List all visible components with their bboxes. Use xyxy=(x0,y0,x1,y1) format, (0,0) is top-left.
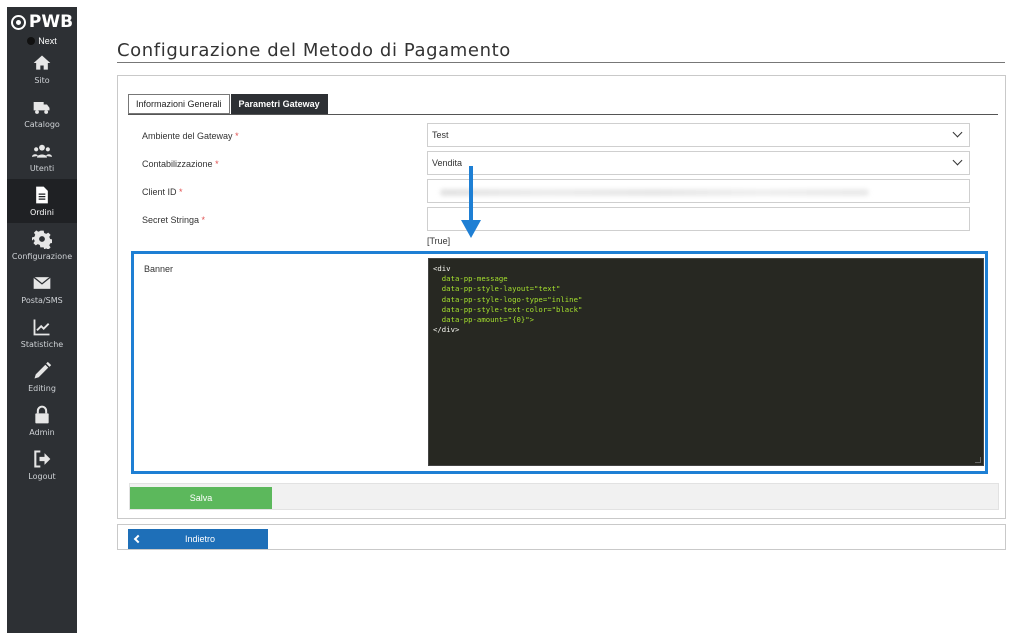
sidebar-item-label: Utenti xyxy=(29,164,55,173)
sidebar-item-ordini[interactable]: Ordini xyxy=(7,179,77,223)
secret-label: Secret Stringa * xyxy=(142,215,205,225)
tab-informazioni-generali[interactable]: Informazioni Generali xyxy=(128,94,230,114)
brand-name: PWB xyxy=(28,12,74,32)
banner-highlight: Banner <div data-pp-message data-pp-styl… xyxy=(131,251,988,474)
truck-icon xyxy=(33,102,50,114)
gear-icon xyxy=(32,230,52,249)
code-line: data-pp-amount="{0}"> xyxy=(433,315,535,325)
brand-logo-icon xyxy=(10,14,26,30)
required-mark: * xyxy=(179,187,183,197)
secret-input[interactable] xyxy=(427,207,970,231)
back-panel: Indietro xyxy=(117,524,1006,550)
chevron-left-icon xyxy=(128,534,148,544)
sidebar-item-label: Posta/SMS xyxy=(21,296,63,305)
sidebar-item-configurazione[interactable]: Configurazione xyxy=(7,223,77,267)
required-mark: * xyxy=(215,159,219,169)
client-id-label-text: Client ID xyxy=(142,187,177,197)
chevron-down-icon xyxy=(952,155,963,166)
client-id-label: Client ID * xyxy=(142,187,183,197)
save-bar: Salva xyxy=(129,483,999,510)
home-icon xyxy=(33,55,51,70)
save-button[interactable]: Salva xyxy=(130,487,272,509)
chart-icon xyxy=(33,319,50,336)
ambiente-label-text: Ambiente del Gateway xyxy=(142,131,233,141)
contabilizzazione-label: Contabilizzazione * xyxy=(142,159,219,169)
banner-code-editor[interactable]: <div data-pp-message data-pp-style-layou… xyxy=(428,258,984,466)
users-icon xyxy=(32,144,52,158)
code-line: data-pp-style-text-color="black" xyxy=(433,304,583,314)
lock-icon xyxy=(35,405,49,424)
resize-handle-icon[interactable] xyxy=(975,457,981,463)
sidebar-item-label: Sito xyxy=(34,76,50,85)
envelope-icon xyxy=(33,276,51,289)
next-indicator[interactable]: Next xyxy=(7,35,77,47)
tab-divider xyxy=(128,114,998,115)
ambiente-select[interactable]: Test xyxy=(427,123,970,147)
contabilizzazione-value: Vendita xyxy=(432,158,463,168)
redacted-value xyxy=(440,189,869,196)
sidebar-item-label: Editing xyxy=(28,384,56,393)
page-title: Configurazione del Metodo di Pagamento xyxy=(117,40,511,61)
back-button[interactable]: Indietro xyxy=(128,529,268,549)
secret-label-text: Secret Stringa xyxy=(142,215,200,225)
code-line: data-pp-style-layout="text" xyxy=(433,284,561,294)
ambiente-value: Test xyxy=(432,130,449,140)
client-id-input[interactable] xyxy=(427,179,970,203)
logout-icon xyxy=(34,450,51,468)
code-line: data-pp-message xyxy=(433,274,508,284)
back-button-label: Indietro xyxy=(184,534,216,544)
sidebar: PWB Next Sito Catalogo Utenti Ordini Con… xyxy=(7,7,77,633)
chevron-down-icon xyxy=(952,127,963,138)
sidebar-item-label: Admin xyxy=(29,428,55,437)
next-label: Next xyxy=(38,36,57,46)
code-line: data-pp-style-logo-type="inline" xyxy=(433,294,583,304)
sidebar-item-label: Statistiche xyxy=(20,340,64,349)
banner-label: Banner xyxy=(144,264,174,274)
sidebar-item-catalogo[interactable]: Catalogo xyxy=(7,91,77,135)
contabilizzazione-label-text: Contabilizzazione xyxy=(142,159,213,169)
arrow-down-icon xyxy=(461,166,481,238)
sidebar-item-utenti[interactable]: Utenti xyxy=(7,135,77,179)
status-dot-icon xyxy=(27,37,36,45)
document-icon xyxy=(36,186,48,204)
sidebar-item-label: Ordini xyxy=(29,208,55,217)
pencil-icon xyxy=(34,361,52,379)
sidebar-item-label: Catalogo xyxy=(24,120,60,129)
sidebar-item-label: Configurazione xyxy=(11,252,73,261)
true-indicator: [True] xyxy=(427,236,451,246)
sidebar-item-admin[interactable]: Admin xyxy=(7,399,77,443)
tab-parametri-gateway[interactable]: Parametri Gateway xyxy=(230,94,328,114)
ambiente-label: Ambiente del Gateway * xyxy=(142,131,239,141)
contabilizzazione-select[interactable]: Vendita xyxy=(427,151,970,175)
sidebar-item-editing[interactable]: Editing xyxy=(7,355,77,399)
config-panel: Informazioni Generali Parametri Gateway … xyxy=(117,75,1006,519)
required-mark: * xyxy=(201,215,206,225)
sidebar-item-posta-sms[interactable]: Posta/SMS xyxy=(7,267,77,311)
sidebar-item-label: Logout xyxy=(28,472,56,481)
code-line: </div> xyxy=(433,325,460,335)
code-line: <div xyxy=(433,264,451,273)
sidebar-item-sito[interactable]: Sito xyxy=(7,47,77,91)
tab-bar: Informazioni Generali Parametri Gateway xyxy=(128,94,329,114)
brand[interactable]: PWB xyxy=(7,7,77,37)
sidebar-item-statistiche[interactable]: Statistiche xyxy=(7,311,77,355)
sidebar-item-logout[interactable]: Logout xyxy=(7,443,77,487)
title-divider xyxy=(117,62,1005,63)
required-mark: * xyxy=(235,131,239,141)
